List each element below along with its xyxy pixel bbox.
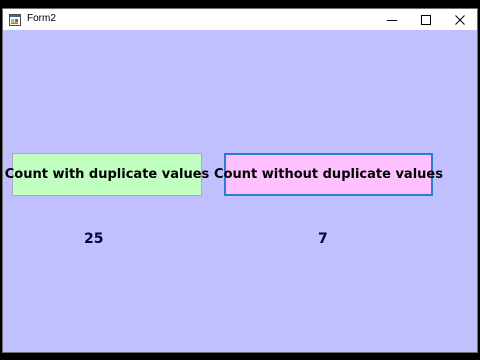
minimize-button[interactable] xyxy=(375,9,409,30)
close-button[interactable] xyxy=(443,9,477,30)
count-with-duplicates-label: Count with duplicate values xyxy=(4,167,210,182)
close-icon xyxy=(455,15,465,25)
form-client-area: Count with duplicate values Count withou… xyxy=(3,30,477,352)
count-without-duplicates-button[interactable]: Count without duplicate values xyxy=(214,153,443,196)
screen-frame: Form2 Count with duplicate values Count … xyxy=(0,0,480,360)
duplicate-count-result: 25 xyxy=(84,231,104,247)
maximize-button[interactable] xyxy=(409,9,443,30)
bottom-letterbox xyxy=(0,353,480,360)
minimize-icon xyxy=(387,20,397,21)
unique-count-result: 7 xyxy=(318,231,328,247)
title-bar[interactable]: Form2 xyxy=(3,9,477,30)
form-app-icon[interactable] xyxy=(9,13,21,26)
window-title: Form2 xyxy=(27,13,56,24)
maximize-icon xyxy=(421,15,431,25)
count-with-duplicates-button[interactable]: Count with duplicate values xyxy=(5,153,209,196)
form2-window: Form2 Count with duplicate values Count … xyxy=(2,8,478,353)
count-without-duplicates-label: Count without duplicate values xyxy=(214,167,443,182)
